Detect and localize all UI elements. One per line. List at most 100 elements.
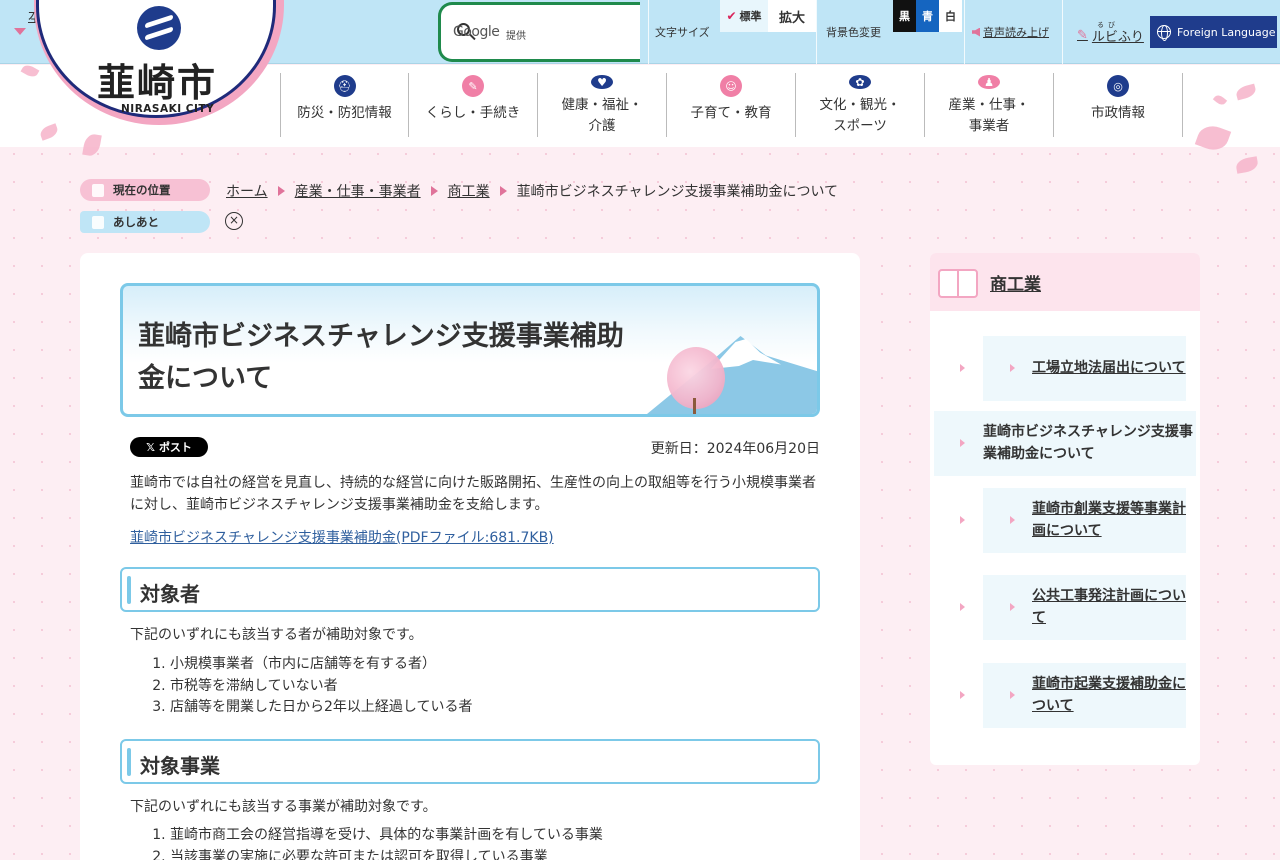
breadcrumb-commerce[interactable]: 商工業 [448,181,490,201]
background-color-label: 背景色変更 [826,26,881,39]
nav-item-childcare[interactable]: ☺ 子育て・教育 [667,73,796,137]
side-nav-item-label: 韮崎市ビジネスチャレンジ支援事業補助金について [983,424,1193,462]
nav-item-disaster[interactable]: ⛑ 防災・防犯情報 [280,73,409,137]
divider [964,0,965,64]
side-nav-item-label: 公共工事発注計画について [1032,588,1186,626]
pencil-icon: ✎ [1077,28,1088,43]
pdf-download-link[interactable]: 韮崎市ビジネスチャレンジ支援事業補助金(PDFファイル:681.7KB) [130,527,554,547]
heart-hands-icon: ♥ [591,75,613,89]
nav-label: 産業・仕事・ 事業者 [948,97,1030,134]
breadcrumb-industry[interactable]: 産業・仕事・事業者 [295,181,421,201]
side-nav-item-label: 韮崎市起業支援補助金について [1032,676,1186,714]
font-size-standard-button[interactable]: ✔ 標準 [720,0,768,32]
main-content: 韮崎市ビジネスチャレンジ支援事業補助金について 𝕏 ポスト 更新日：2024年0… [80,253,860,860]
side-nav-item-current[interactable]: 韮崎市ビジネスチャレンジ支援事業補助金について [934,411,1196,476]
nav-label: くらし・手続き [425,105,521,121]
list-item: 市税等を滞納していない者 [170,676,473,698]
list-item: 店舗等を開業した日から2年以上経過している者 [170,697,473,719]
page-title: 韮崎市ビジネスチャレンジ支援事業補助金について [138,321,624,394]
page-title-banner: 韮崎市ビジネスチャレンジ支援事業補助金について [120,283,820,417]
section-heading-text: 対象者 [140,582,200,606]
ruby-label: ルビふり [1091,30,1144,45]
font-size-large-button[interactable]: 拡大 [768,0,816,32]
search-provided-label: 提供 [506,31,526,42]
chevron-right-icon [960,439,965,447]
tree-trunk [693,398,696,414]
google-logo: Google [453,24,500,40]
side-nav-item-label: 韮崎市創業支援等事業計画について [1032,501,1186,539]
read-aloud-label: 音声読み上げ [983,26,1049,39]
chevron-right-icon [499,186,507,196]
chevron-right-icon [960,691,965,699]
list-item: 小規模事業者（市内に店舗等を有する者） [170,654,473,676]
side-nav-header[interactable]: 商工業 [930,253,1200,311]
side-nav-item-label: 工場立地法届出について [1032,359,1186,376]
updated-date: 更新日：2024年06月20日 [650,441,820,457]
background-blue-button[interactable]: 青 [916,0,939,32]
current-location-tag: 現在の位置 [80,179,210,201]
foreign-language-label: Foreign Language [1177,25,1276,39]
logo-subtitle: NIRASAKI CITY [121,103,215,115]
ruby-furigana-link[interactable]: ✎ ルビふり [1077,26,1144,45]
chevron-right-icon [960,603,965,611]
side-nav-item[interactable]: 公共工事発注計画について [983,575,1186,640]
font-size-label: 文字サイズ [655,26,710,39]
background-black-button[interactable]: 黒 [893,0,916,32]
list-item: 当該事業の実施に必要な許可または認可を取得している事業 [170,847,603,860]
breadcrumb-home[interactable]: ホーム [226,181,268,201]
nav-label: 健康・福祉・ 介護 [561,97,643,134]
nav-item-culture[interactable]: ✿ 文化・観光・ スポーツ [796,73,925,137]
chevron-right-icon [1010,516,1015,524]
section-text: 下記のいずれにも該当する者が補助対象です。 [130,627,423,643]
chevron-right-icon [960,516,965,524]
chevron-right-icon [430,186,438,196]
nav-label: 市政情報 [1091,105,1145,121]
nav-item-industry[interactable]: ♟ 産業・仕事・ 事業者 [925,73,1054,137]
divider [648,0,649,64]
check-icon: ✔ [726,9,737,23]
globe-icon [1157,25,1171,41]
nav-item-city-info[interactable]: ◎ 市政情報 [1054,73,1183,137]
nav-item-health[interactable]: ♥ 健康・福祉・ 介護 [538,73,667,137]
nav-item-living[interactable]: ✎ くらし・手続き [409,73,538,137]
breadcrumb: ホーム 産業・仕事・事業者 商工業 韮崎市ビジネスチャレンジ支援事業補助金につい… [226,181,838,201]
worker-icon: ♟ [978,75,1000,89]
side-nav-item[interactable]: 工場立地法届出について [983,336,1186,401]
cherry-tree-illustration [667,347,725,409]
city-emblem-icon: ◎ [1107,75,1129,97]
post-label: ポスト [158,441,192,454]
footprint-icon [92,215,104,229]
side-nav-title: 商工業 [990,274,1041,295]
chevron-right-icon [1010,364,1015,372]
background-white-button[interactable]: 白 [939,0,962,32]
section-heading: 対象者 [120,567,820,612]
book-icon [938,267,978,298]
x-post-button[interactable]: 𝕏 ポスト [130,437,208,457]
history-tag: あしあと [80,211,210,233]
intro-paragraph: 韮崎市では自社の経営を見直し、持続的な経営に向けた販路開拓、生産性の向上の取組等… [130,475,816,513]
clear-history-icon[interactable]: × [225,212,243,230]
list-item: 韮崎市商工会の経営指導を受け、具体的な事業計画を有している事業 [170,825,603,847]
skip-arrow-icon [14,28,26,35]
chevron-right-icon [1010,603,1015,611]
petal-decoration [1234,156,1260,174]
side-nav-item[interactable]: 韮崎市創業支援等事業計画について [983,488,1186,553]
child-icon: ☺ [720,75,742,97]
nav-label: 文化・観光・ スポーツ [819,97,901,134]
nav-label: 子育て・教育 [690,105,772,121]
site-search-box[interactable]: Google 提供 [438,2,640,62]
section-heading-text: 対象事業 [140,754,220,778]
nav-label: 防災・防犯情報 [297,105,392,121]
document-icon: ✎ [462,75,484,97]
side-navigation: 商工業 工場立地法届出について 韮崎市ビジネスチャレンジ支援事業補助金について … [930,253,1200,765]
target-business-list: 韮崎市商工会の経営指導を受け、具体的な事業計画を有している事業 当該事業の実施に… [170,825,603,860]
logo-text: 韮崎市 [97,60,218,105]
foreign-language-button[interactable]: Foreign Language [1150,16,1277,48]
chevron-right-icon [277,186,285,196]
side-nav-item[interactable]: 韮崎市起業支援補助金について [983,663,1186,728]
current-location-label: 現在の位置 [113,183,171,197]
read-aloud-link[interactable]: 音声読み上げ [972,24,1049,40]
section-heading: 対象事業 [120,739,820,784]
breadcrumb-current: 韮崎市ビジネスチャレンジ支援事業補助金について [516,184,839,200]
eligibility-list: 小規模事業者（市内に店舗等を有する者） 市税等を滞納していない者 店舗等を開業し… [170,654,473,719]
